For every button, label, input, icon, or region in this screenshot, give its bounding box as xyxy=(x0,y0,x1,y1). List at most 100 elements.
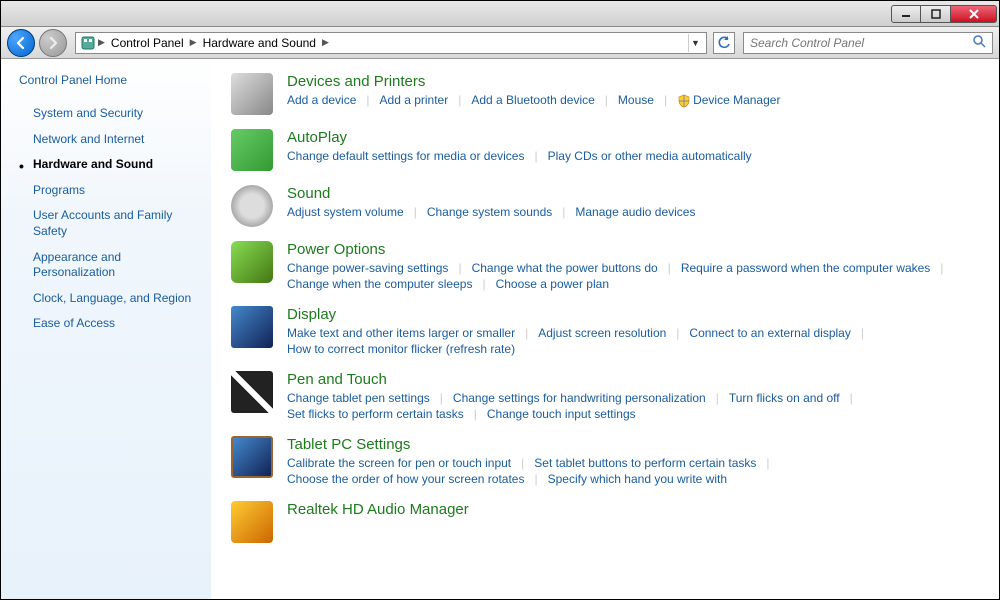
section-display: Display Make text and other items larger … xyxy=(231,306,979,357)
refresh-button[interactable] xyxy=(713,32,735,54)
section-links: Change tablet pen settings | Change settin… xyxy=(287,390,979,422)
search-input[interactable] xyxy=(750,36,972,50)
task-link[interactable]: Change when the computer sleeps xyxy=(287,276,472,292)
titlebar xyxy=(1,1,999,27)
task-link[interactable]: Set flicks to perform certain tasks xyxy=(287,406,464,422)
task-link[interactable]: Manage audio devices xyxy=(575,204,695,220)
nav-back-button[interactable] xyxy=(7,29,35,57)
link-separator: | xyxy=(366,93,369,107)
task-link[interactable]: Connect to an external display xyxy=(689,325,850,341)
section-title-link[interactable]: Devices and Printers xyxy=(287,73,979,90)
section-title-link[interactable]: Tablet PC Settings xyxy=(287,436,979,453)
sidebar-item-programs[interactable]: Programs xyxy=(19,178,201,204)
task-link[interactable]: How to correct monitor flicker (refresh … xyxy=(287,341,515,357)
task-link[interactable]: Specify which hand you write with xyxy=(548,471,727,487)
sidebar-item-user-accounts-and-family-safety[interactable]: User Accounts and Family Safety xyxy=(19,203,201,244)
link-separator: | xyxy=(521,456,524,470)
chevron-right-icon: ▶ xyxy=(322,37,329,48)
task-link[interactable]: Adjust screen resolution xyxy=(538,325,666,341)
task-link[interactable]: Change what the power buttons do xyxy=(472,260,658,276)
control-panel-home-link[interactable]: Control Panel Home xyxy=(19,73,201,87)
section-title-link[interactable]: AutoPlay xyxy=(287,129,979,146)
breadcrumb-item[interactable]: Hardware and Sound xyxy=(199,36,320,50)
link-separator: | xyxy=(664,93,667,107)
link-separator: | xyxy=(458,261,461,275)
link-separator: | xyxy=(440,391,443,405)
section-title-link[interactable]: Realtek HD Audio Manager xyxy=(287,501,979,518)
breadcrumb[interactable]: ▶ Control Panel ▶ Hardware and Sound ▶ ▼ xyxy=(75,32,707,54)
task-link[interactable]: Play CDs or other media automatically xyxy=(548,148,752,164)
task-link[interactable]: Calibrate the screen for pen or touch in… xyxy=(287,455,511,471)
task-link[interactable]: Change power-saving settings xyxy=(287,260,448,276)
task-link[interactable]: Change settings for handwriting personal… xyxy=(453,390,706,406)
link-separator: | xyxy=(940,261,943,275)
link-separator: | xyxy=(534,472,537,486)
section-links: Make text and other items larger or smal… xyxy=(287,325,979,357)
minimize-button[interactable] xyxy=(891,5,921,23)
task-link[interactable]: Change default settings for media or dev… xyxy=(287,148,524,164)
link-separator: | xyxy=(766,456,769,470)
section-title-link[interactable]: Display xyxy=(287,306,979,323)
search-icon xyxy=(972,34,986,51)
link-separator: | xyxy=(605,93,608,107)
task-link[interactable]: Change touch input settings xyxy=(487,406,636,422)
nav-forward-button[interactable] xyxy=(39,29,67,57)
task-link[interactable]: Device Manager xyxy=(677,92,780,109)
task-link[interactable]: Add a printer xyxy=(380,92,449,108)
section-pen-and-touch: Pen and Touch Change tablet pen settings |… xyxy=(231,371,979,422)
printer-icon xyxy=(231,73,273,115)
link-separator: | xyxy=(414,205,417,219)
task-link[interactable]: Make text and other items larger or smal… xyxy=(287,325,515,341)
link-separator: | xyxy=(534,149,537,163)
task-link[interactable]: Adjust system volume xyxy=(287,204,404,220)
section-realtek-hd-audio-manager: Realtek HD Audio Manager xyxy=(231,501,979,543)
task-link[interactable]: Change system sounds xyxy=(427,204,552,220)
task-link[interactable]: Mouse xyxy=(618,92,654,108)
section-links: Adjust system volume | Change system sound… xyxy=(287,204,979,220)
sidebar-item-hardware-and-sound[interactable]: Hardware and Sound xyxy=(19,152,201,178)
section-power-options: Power Options Change power-saving setting… xyxy=(231,241,979,292)
section-links: Change default settings for media or dev… xyxy=(287,148,979,164)
power-icon xyxy=(231,241,273,283)
sidebar-item-system-and-security[interactable]: System and Security xyxy=(19,101,201,127)
link-separator: | xyxy=(676,326,679,340)
maximize-button[interactable] xyxy=(921,5,951,23)
content-pane: Devices and Printers Add a device | Add a p… xyxy=(211,59,999,599)
sidebar-item-appearance-and-personalization[interactable]: Appearance and Personalization xyxy=(19,245,201,286)
autoplay-icon xyxy=(231,129,273,171)
task-link[interactable]: Turn flicks on and off xyxy=(729,390,840,406)
link-separator: | xyxy=(850,391,853,405)
section-links: Change power-saving settings | Change what… xyxy=(287,260,979,292)
section-devices-and-printers: Devices and Printers Add a device | Add a p… xyxy=(231,73,979,115)
task-link[interactable]: Choose a power plan xyxy=(496,276,609,292)
link-separator: | xyxy=(562,205,565,219)
section-sound: Sound Adjust system volume | Change system … xyxy=(231,185,979,227)
task-link[interactable]: Add a device xyxy=(287,92,356,108)
sidebar-nav-list: System and SecurityNetwork and InternetH… xyxy=(19,101,201,337)
sidebar-item-ease-of-access[interactable]: Ease of Access xyxy=(19,311,201,337)
link-separator: | xyxy=(668,261,671,275)
section-links: Calibrate the screen for pen or touch in… xyxy=(287,455,979,487)
task-link[interactable]: Set tablet buttons to perform certain ta… xyxy=(534,455,756,471)
close-button[interactable] xyxy=(951,5,997,23)
sidebar-item-network-and-internet[interactable]: Network and Internet xyxy=(19,127,201,153)
sound-icon xyxy=(231,185,273,227)
task-link[interactable]: Change tablet pen settings xyxy=(287,390,430,406)
section-links: Add a device | Add a printer | Add a Bluetoo… xyxy=(287,92,979,109)
section-title-link[interactable]: Sound xyxy=(287,185,979,202)
section-tablet-pc-settings: Tablet PC Settings Calibrate the screen f… xyxy=(231,436,979,487)
link-separator: | xyxy=(861,326,864,340)
search-box[interactable] xyxy=(743,32,993,54)
chevron-right-icon: ▶ xyxy=(190,37,197,48)
sidebar: Control Panel Home System and SecurityNe… xyxy=(1,59,211,599)
task-link[interactable]: Add a Bluetooth device xyxy=(471,92,594,108)
pen-icon xyxy=(231,371,273,413)
breadcrumb-dropdown[interactable]: ▼ xyxy=(688,34,702,52)
sidebar-item-clock-language-and-region[interactable]: Clock, Language, and Region xyxy=(19,286,201,312)
task-link[interactable]: Require a password when the computer wak… xyxy=(681,260,930,276)
breadcrumb-item[interactable]: Control Panel xyxy=(107,36,188,50)
task-link[interactable]: Choose the order of how your screen rota… xyxy=(287,471,524,487)
link-separator: | xyxy=(458,93,461,107)
section-title-link[interactable]: Pen and Touch xyxy=(287,371,979,388)
section-title-link[interactable]: Power Options xyxy=(287,241,979,258)
